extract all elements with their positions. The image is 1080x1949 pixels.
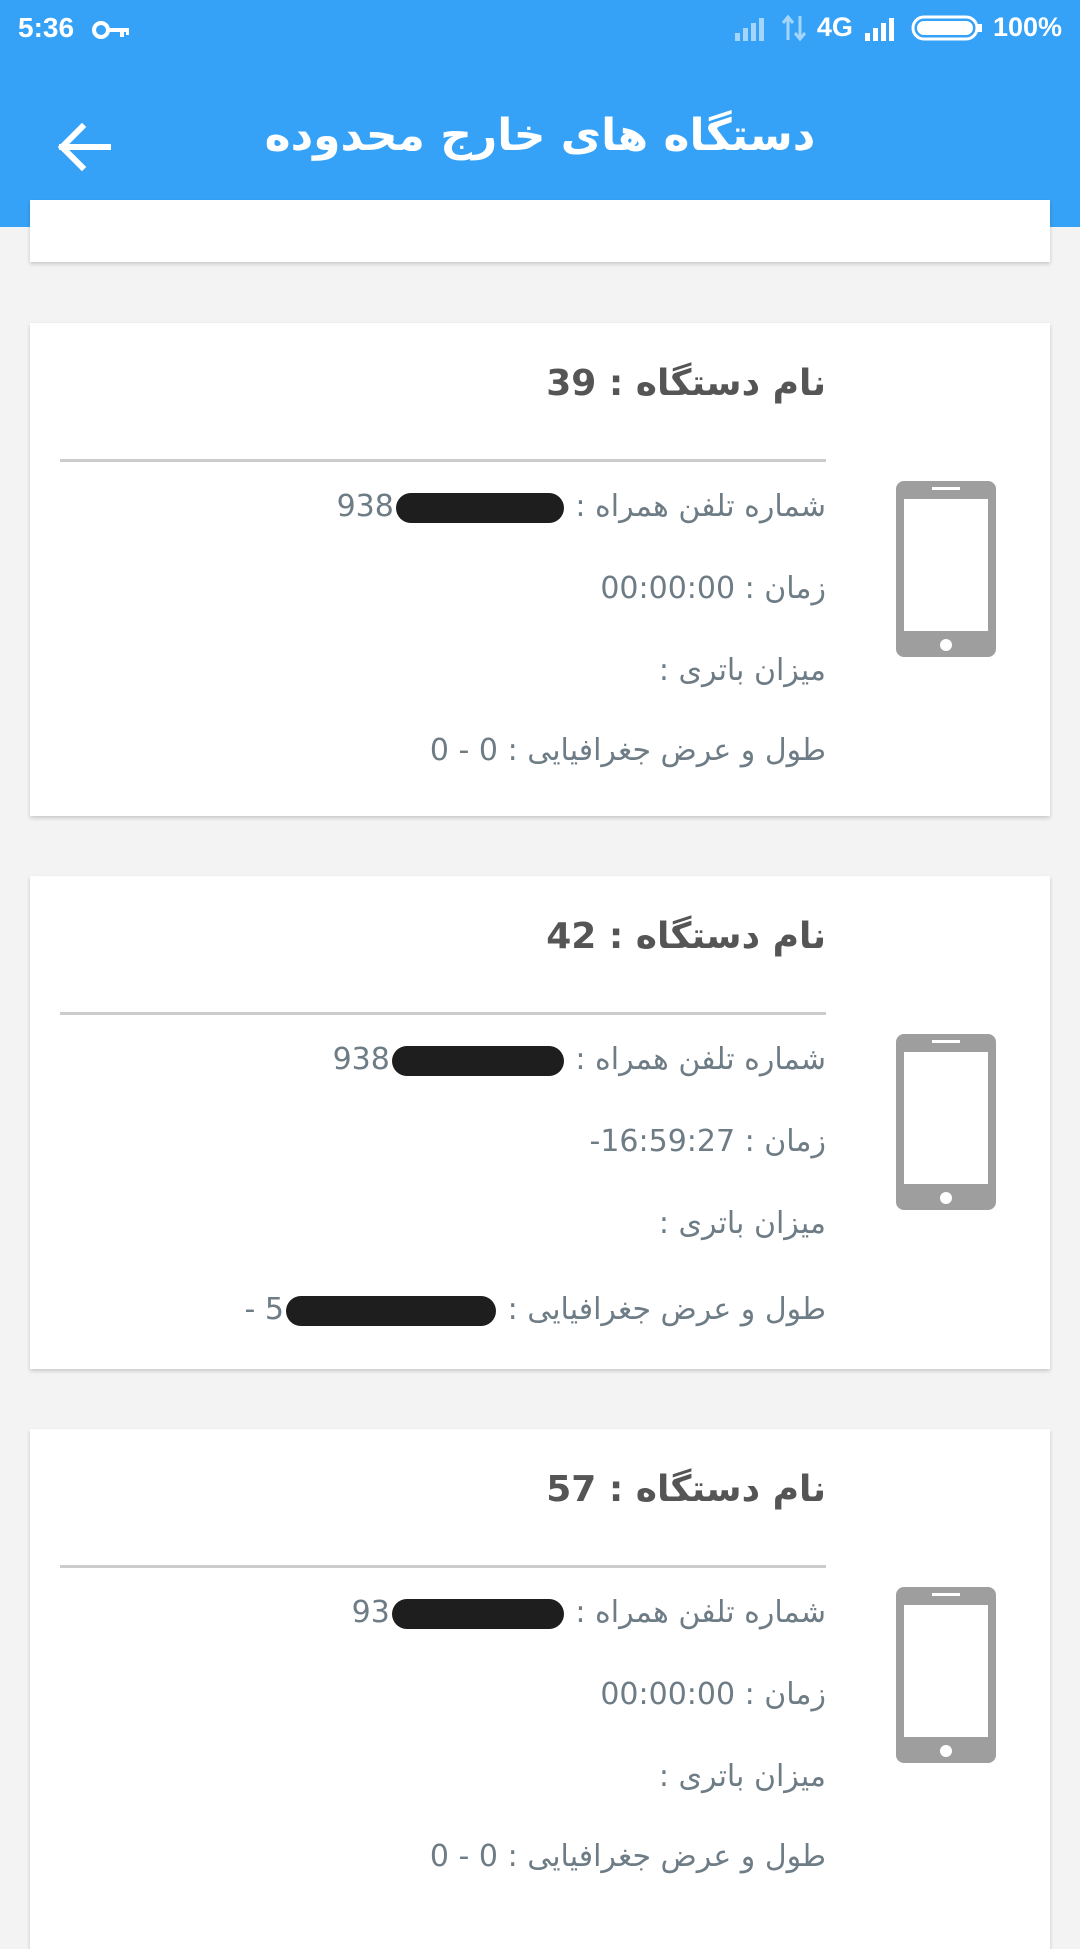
- device-card[interactable]: نام دستگاه : 42 شماره تلفن همراه : 938 ز…: [30, 876, 1050, 1369]
- battery-icon: [911, 15, 982, 40]
- device-card[interactable]: نام دستگاه : 57 شماره تلفن همراه : 93 زم…: [30, 1429, 1050, 1949]
- location-row: طول و عرض جغرافیایی : 0 - 0: [430, 1839, 826, 1874]
- time-row: زمان : 00:00:00: [600, 571, 826, 606]
- phone-label: شماره تلفن همراه :: [575, 489, 826, 524]
- phone-row: شماره تلفن همراه : 938: [337, 489, 826, 524]
- smartphone-icon: [896, 481, 996, 657]
- signal-icon: [864, 17, 894, 41]
- location-value: 0 - 0: [429, 733, 499, 768]
- location-label: طول و عرض جغرافیایی :: [507, 733, 826, 768]
- card-divider: [60, 1012, 826, 1015]
- page-title: دستگاه های خارج محدوده: [264, 110, 816, 161]
- battery-percent: 100%: [992, 12, 1062, 42]
- location-row: طول و عرض جغرافیایی : 5 -: [245, 1292, 826, 1327]
- status-indicators: 4G 100%: [733, 12, 1062, 43]
- phone-label: شماره تلفن همراه :: [575, 1595, 826, 1630]
- time-row: زمان : 16:59:27-: [589, 1124, 827, 1159]
- location-label: طول و عرض جغرافیایی :: [507, 1839, 826, 1874]
- status-bar: 5:36 4G 100%: [0, 0, 1080, 60]
- phone-prefix: 938: [332, 1042, 390, 1077]
- location-value: 0 - 0: [429, 1839, 499, 1874]
- network-type: 4G: [816, 12, 853, 42]
- battery-row: میزان باتری :: [658, 1759, 826, 1794]
- battery-row: میزان باتری :: [658, 1206, 826, 1241]
- card-divider: [60, 459, 826, 462]
- device-card-partial[interactable]: [30, 200, 1050, 262]
- location-value: 5: [264, 1292, 285, 1327]
- data-transfer-icon: [781, 14, 807, 41]
- back-arrow-icon[interactable]: [52, 115, 116, 179]
- location-suffix: -: [244, 1292, 256, 1327]
- location-label: طول و عرض جغرافیایی :: [507, 1292, 826, 1327]
- phone-row: شماره تلفن همراه : 938: [333, 1042, 826, 1077]
- signal-weak-icon: [734, 17, 764, 41]
- redacted-location: [286, 1295, 497, 1326]
- device-name: نام دستگاه : 39: [546, 363, 826, 404]
- key-icon: [92, 21, 129, 39]
- device-name: نام دستگاه : 57: [546, 1469, 826, 1510]
- device-card[interactable]: نام دستگاه : 39 شماره تلفن همراه : 938 ز…: [30, 323, 1050, 816]
- time-row: زمان : 00:00:00: [600, 1677, 826, 1712]
- phone-prefix: 93: [351, 1595, 390, 1630]
- card-divider: [60, 1565, 826, 1568]
- smartphone-icon: [896, 1587, 996, 1763]
- phone-row: شماره تلفن همراه : 93: [352, 1595, 826, 1630]
- phone-prefix: 938: [336, 489, 394, 524]
- redacted-phone: [395, 492, 564, 523]
- location-row: طول و عرض جغرافیایی : 0 - 0: [430, 733, 826, 768]
- status-time: 5:36: [18, 12, 75, 43]
- battery-row: میزان باتری :: [658, 653, 826, 688]
- smartphone-icon: [896, 1034, 996, 1210]
- phone-label: شماره تلفن همراه :: [575, 1042, 826, 1077]
- redacted-phone: [391, 1598, 564, 1629]
- device-name: نام دستگاه : 42: [546, 916, 826, 957]
- redacted-phone: [391, 1045, 564, 1076]
